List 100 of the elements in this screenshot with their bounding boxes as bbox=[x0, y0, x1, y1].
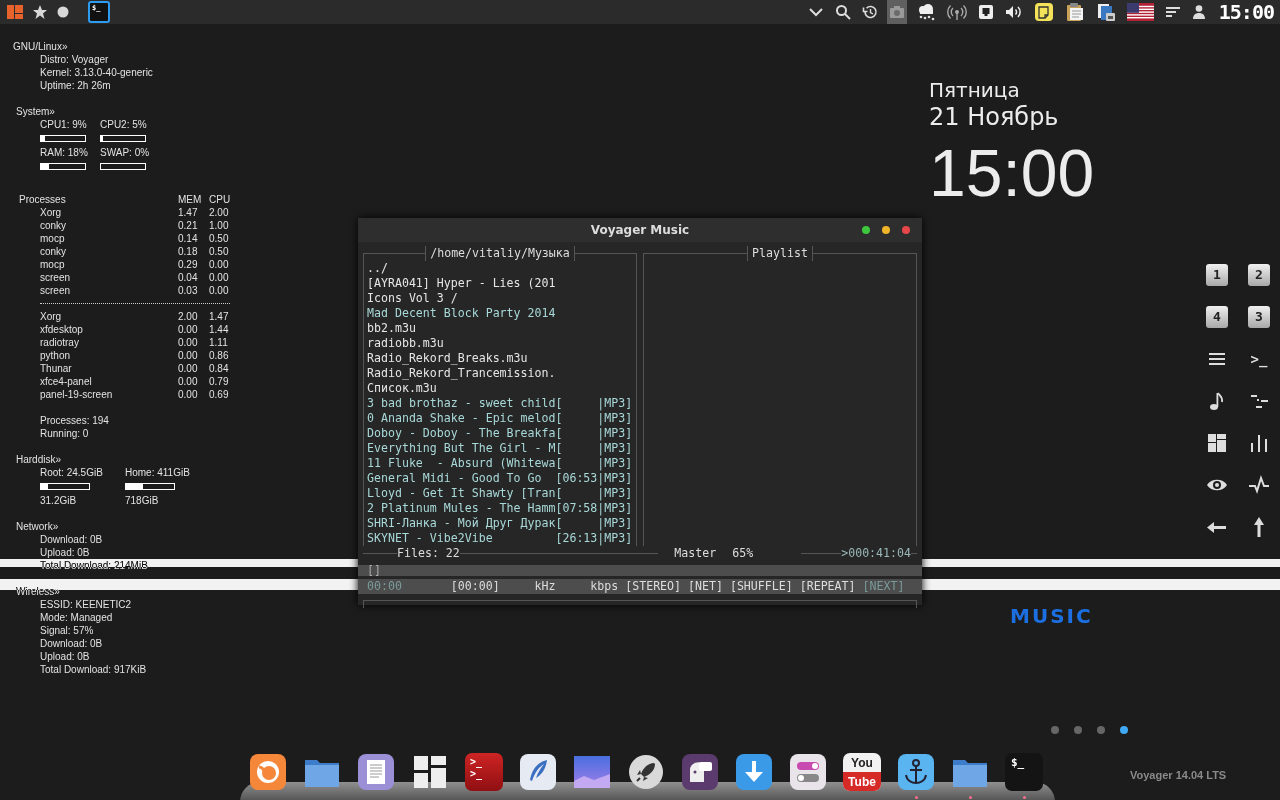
process-value: 0.00 bbox=[178, 375, 199, 388]
bar-chart-icon[interactable] bbox=[1248, 432, 1270, 454]
circle-icon[interactable] bbox=[56, 5, 70, 19]
minimize-button[interactable] bbox=[882, 226, 890, 234]
tiles-icon[interactable] bbox=[1206, 432, 1228, 454]
file-entry[interactable]: Mad Decent Block Party 2014 bbox=[367, 306, 556, 321]
volume-icon[interactable] bbox=[1004, 4, 1023, 20]
version-label: Voyager 14.04 LTS bbox=[1130, 769, 1227, 781]
process-name: screen bbox=[40, 284, 71, 297]
page-dot[interactable] bbox=[1051, 726, 1059, 734]
mode-toggle[interactable]: [STEREO] bbox=[625, 579, 682, 594]
process-name: Xorg bbox=[40, 206, 63, 219]
menu-icon[interactable] bbox=[1164, 4, 1181, 20]
close-button[interactable] bbox=[902, 226, 910, 234]
mode-toggle[interactable]: [SHUFFLE] bbox=[729, 579, 793, 594]
file-entry[interactable]: bb2.m3u bbox=[367, 321, 416, 336]
download-icon[interactable] bbox=[735, 753, 773, 791]
pane-title: Playlist bbox=[747, 247, 813, 261]
page-dot[interactable] bbox=[1097, 726, 1105, 734]
track-row[interactable]: Everything But The Girl - M[ |MP3] bbox=[367, 441, 633, 456]
file-entry[interactable]: Radio_Rekord_Trancemission. bbox=[367, 366, 556, 381]
track-row[interactable]: 11 Fluke - Absurd (Whitewa[ |MP3] bbox=[367, 456, 633, 471]
terminal-launcher[interactable]: $_ bbox=[1005, 753, 1043, 791]
column-header: CPU bbox=[209, 193, 232, 206]
track-row[interactable]: 0 Ananda Shake - Epic melod[ |MP3] bbox=[367, 411, 633, 426]
track-row[interactable]: Doboy - Doboy - The Breakfa[ |MP3] bbox=[367, 426, 633, 441]
browser-icon[interactable] bbox=[249, 753, 287, 791]
page-dot[interactable] bbox=[1074, 726, 1082, 734]
document-stack-icon[interactable] bbox=[1095, 2, 1116, 22]
process-value: 0.00 bbox=[178, 323, 199, 336]
workspace-key[interactable]: 2 bbox=[1248, 264, 1270, 286]
info-line: Processes: 194 bbox=[40, 414, 110, 427]
search-icon[interactable] bbox=[834, 4, 851, 20]
rocket-icon[interactable] bbox=[627, 753, 665, 791]
document-icon[interactable] bbox=[357, 753, 395, 791]
window-title: Voyager Music bbox=[590, 223, 690, 237]
bitrate: kbps bbox=[590, 579, 620, 594]
info-line: Upload: 0B bbox=[40, 546, 91, 559]
panel-clock[interactable]: 15:00 bbox=[1218, 0, 1274, 24]
workspace-key[interactable]: 4 bbox=[1206, 306, 1228, 328]
process-value: 0.50 bbox=[209, 232, 230, 245]
file-entry[interactable]: Список.m3u bbox=[367, 381, 437, 396]
terminal-shortcut[interactable]: >_ bbox=[1248, 348, 1270, 370]
track-row[interactable]: General Midi - Good To Go [06:53|MP3] bbox=[367, 471, 633, 486]
workspace-key[interactable]: 1 bbox=[1206, 264, 1228, 286]
section-heading: GNU/Linux» bbox=[13, 40, 69, 53]
video-launcher[interactable]: You Tube bbox=[843, 753, 881, 791]
history-icon[interactable] bbox=[861, 4, 878, 20]
track-row[interactable]: SHRI-Ланка - Мой Друг Дурак[ |MP3] bbox=[367, 516, 633, 531]
info-line: Kernel: 3.13.0-40-generic bbox=[40, 66, 154, 79]
workspace-key[interactable]: 3 bbox=[1248, 306, 1270, 328]
process-value: 0.00 bbox=[178, 362, 199, 375]
track-row[interactable]: 3 bad brothaz - sweet child[ |MP3] bbox=[367, 396, 633, 411]
process-value: 2.00 bbox=[178, 310, 199, 323]
user-icon[interactable] bbox=[1191, 4, 1206, 20]
track-row[interactable]: SKYNET - Vibe2Vibe [26:13|MP3] bbox=[367, 531, 633, 546]
file-entry[interactable]: Icons Vol 3 / bbox=[367, 291, 458, 306]
file-entry[interactable]: radiobb.m3u bbox=[367, 336, 444, 351]
process-value: 0.04 bbox=[178, 271, 199, 284]
column-header: Processes bbox=[19, 193, 67, 206]
page-dot[interactable] bbox=[1120, 726, 1128, 734]
info-line: Upload: 0B bbox=[40, 650, 91, 663]
toggles-icon[interactable] bbox=[789, 753, 827, 791]
process-value: 2.00 bbox=[209, 206, 230, 219]
file-entry[interactable]: ../ bbox=[367, 261, 388, 276]
duration-time: [00:00] bbox=[450, 579, 501, 594]
usage-meter bbox=[125, 483, 175, 490]
process-value: 0.18 bbox=[178, 245, 199, 258]
clipboard-icon[interactable] bbox=[1064, 2, 1085, 22]
process-value: 1.00 bbox=[209, 219, 230, 232]
wallpaper-icon[interactable] bbox=[573, 753, 611, 791]
file-entry[interactable]: Radio_Rekord_Breaks.m3u bbox=[367, 351, 528, 366]
track-row[interactable]: Lloyd - Get It Shawty [Tran[ |MP3] bbox=[367, 486, 633, 501]
process-value: 0.00 bbox=[178, 349, 199, 362]
mode-toggle[interactable]: [NET] bbox=[688, 579, 723, 594]
mode-toggle[interactable]: [REPEAT] bbox=[799, 579, 856, 594]
maximize-button[interactable] bbox=[862, 226, 870, 234]
anchor-icon[interactable] bbox=[897, 753, 935, 791]
track-row[interactable]: 2 Platinum Mules - The Hamm[07:58|MP3] bbox=[367, 501, 633, 516]
process-value: 1.44 bbox=[209, 323, 230, 336]
star-icon[interactable] bbox=[32, 4, 48, 20]
tiles-icon[interactable] bbox=[411, 753, 449, 791]
terminal-launcher[interactable]: >_ >_ bbox=[465, 753, 503, 791]
network-icon[interactable] bbox=[977, 4, 994, 20]
info-line: Mode: Managed bbox=[40, 611, 114, 624]
process-value: 1.47 bbox=[209, 310, 230, 323]
meter-label: CPU2: 5% bbox=[100, 118, 148, 131]
sticky-note-icon[interactable] bbox=[1033, 2, 1054, 22]
process-value: 0.00 bbox=[178, 388, 199, 401]
app-menu-icon[interactable] bbox=[6, 4, 24, 20]
disk-label: Home: 411GiB bbox=[125, 466, 191, 479]
flag-icon[interactable] bbox=[1126, 3, 1154, 21]
process-name: xfce4-panel bbox=[40, 375, 93, 388]
wireless-icon[interactable] bbox=[946, 4, 967, 20]
process-value: 0.86 bbox=[209, 349, 230, 362]
pulse-icon[interactable] bbox=[1248, 474, 1270, 496]
file-entry[interactable]: [AYRA041] Hyper - Lies (201 bbox=[367, 276, 556, 291]
chat-icon[interactable] bbox=[681, 753, 719, 791]
process-value: 0.79 bbox=[209, 375, 230, 388]
feather-icon[interactable] bbox=[519, 753, 557, 791]
